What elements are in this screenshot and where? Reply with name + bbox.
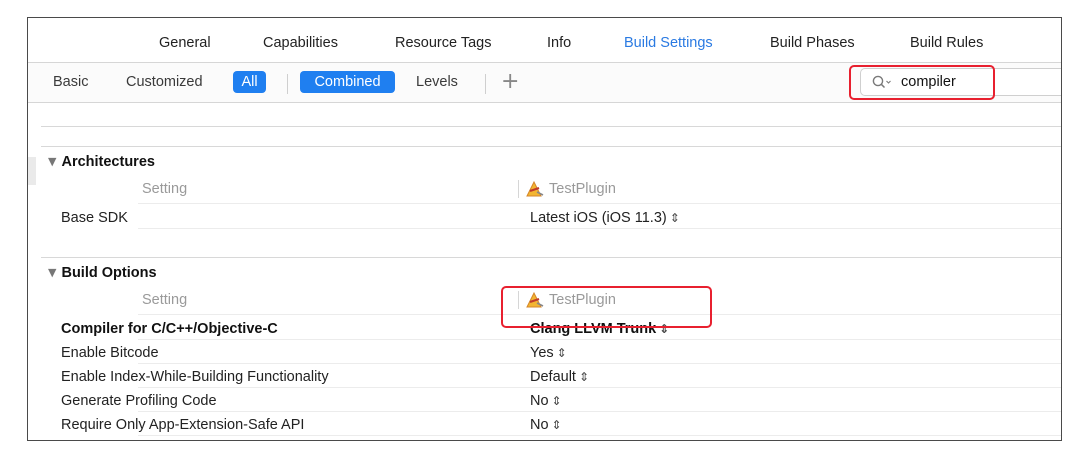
filter-customized-button[interactable]: Customized xyxy=(126,74,203,90)
setting-name-profiling-code: Generate Profiling Code xyxy=(61,393,217,409)
compiler-highlight-box xyxy=(501,286,712,328)
setting-value-index-while-building[interactable]: Default ⇕ xyxy=(530,369,589,385)
setting-value-enable-bitcode[interactable]: Yes ⇕ xyxy=(530,345,567,361)
tab-info[interactable]: Info xyxy=(547,35,571,51)
value-text: Latest iOS (iOS 11.3) xyxy=(530,210,667,226)
stepper-icon[interactable]: ⇕ xyxy=(552,418,562,432)
column-separator xyxy=(518,180,519,198)
section-title: Architectures xyxy=(61,154,155,170)
setting-column-header: Setting xyxy=(142,292,188,308)
disclosure-triangle-icon[interactable]: ▼ xyxy=(48,155,56,168)
value-text: Yes xyxy=(530,345,554,361)
setting-name-app-extension-safe-api: Require Only App-Extension-Safe API xyxy=(61,417,305,433)
build-settings-window: General Capabilities Resource Tags Info … xyxy=(27,17,1062,441)
divider xyxy=(138,435,1061,436)
editor-tab-bar: General Capabilities Resource Tags Info … xyxy=(28,18,1061,63)
setting-value-app-extension-safe-api[interactable]: No ⇕ xyxy=(530,417,562,433)
setting-column-header: Setting xyxy=(142,181,188,197)
target-name: TestPlugin xyxy=(549,181,616,197)
disclosure-triangle-icon[interactable]: ▼ xyxy=(48,266,56,279)
app-target-icon xyxy=(526,180,544,197)
tab-build-phases[interactable]: Build Phases xyxy=(770,35,855,51)
divider xyxy=(138,411,1061,412)
setting-name-index-while-building: Enable Index-While-Building Functionalit… xyxy=(61,369,329,385)
setting-name-base-sdk: Base SDK xyxy=(61,210,128,226)
section-architectures[interactable]: ▼ Architectures xyxy=(48,154,155,170)
setting-value-base-sdk[interactable]: Latest iOS (iOS 11.3) ⇕ xyxy=(530,210,680,226)
filter-divider xyxy=(485,74,486,94)
filter-levels-button[interactable]: Levels xyxy=(416,74,458,90)
settings-table: ▼ Architectures Setting TestPlugin Base S… xyxy=(28,104,1061,440)
setting-name-enable-bitcode: Enable Bitcode xyxy=(61,345,159,361)
section-build-options[interactable]: ▼ Build Options xyxy=(48,265,157,281)
gutter-marker xyxy=(28,157,36,185)
divider xyxy=(41,257,1061,258)
divider xyxy=(138,387,1061,388)
stepper-icon[interactable]: ⇕ xyxy=(552,394,562,408)
tab-build-rules[interactable]: Build Rules xyxy=(910,35,983,51)
divider xyxy=(138,363,1061,364)
tab-resource-tags[interactable]: Resource Tags xyxy=(395,35,491,51)
stepper-icon[interactable]: ⇕ xyxy=(557,346,567,360)
search-highlight-box xyxy=(849,65,995,100)
value-text: No xyxy=(530,393,549,409)
divider xyxy=(138,228,1061,229)
setting-name-compiler: Compiler for C/C++/Objective-C xyxy=(61,321,278,337)
divider xyxy=(41,126,1061,127)
divider xyxy=(138,339,1061,340)
tab-capabilities[interactable]: Capabilities xyxy=(263,35,338,51)
section-title: Build Options xyxy=(61,265,157,281)
tab-general[interactable]: General xyxy=(159,35,211,51)
filter-all-button[interactable]: All xyxy=(233,71,266,93)
add-setting-button[interactable]: + xyxy=(501,69,519,94)
filter-divider xyxy=(287,74,288,94)
divider xyxy=(138,203,1061,204)
value-text: No xyxy=(530,417,549,433)
divider xyxy=(41,146,1061,147)
value-text: Default xyxy=(530,369,576,385)
filter-combined-button[interactable]: Combined xyxy=(300,71,395,93)
tab-build-settings[interactable]: Build Settings xyxy=(624,35,713,51)
stepper-icon[interactable]: ⇕ xyxy=(670,211,680,225)
stepper-icon[interactable]: ⇕ xyxy=(579,370,589,384)
setting-value-profiling-code[interactable]: No ⇕ xyxy=(530,393,562,409)
filter-basic-button[interactable]: Basic xyxy=(53,74,88,90)
